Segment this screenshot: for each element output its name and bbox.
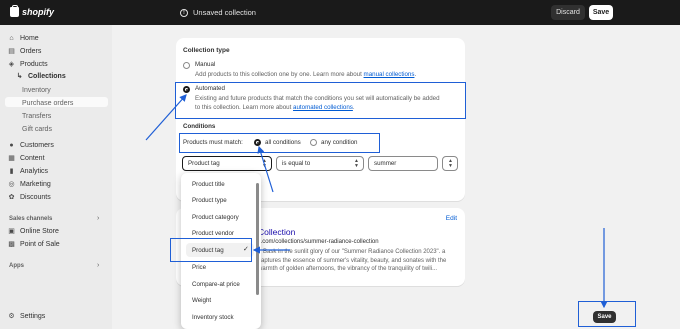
sidebar-item-label: Marketing <box>20 181 51 188</box>
online-store-icon: ▣ <box>8 228 15 235</box>
select-arrows-icon: ▲ ▼ <box>262 158 267 169</box>
conditions-heading: Conditions <box>183 123 216 130</box>
sales-channels-label[interactable]: Sales channels <box>9 216 52 222</box>
products-icon: ◈ <box>8 61 15 68</box>
condition-operator-select[interactable]: is equal to ▲ ▼ <box>276 156 364 171</box>
annotation-box-automated <box>175 82 466 119</box>
info-icon: ! <box>180 8 188 17</box>
page-title: ! Unsaved collection <box>180 8 256 17</box>
customers-icon: ● <box>9 142 14 149</box>
select-arrows-icon: ▲ ▼ <box>448 158 453 169</box>
sidebar-item-inventory[interactable]: Inventory <box>22 87 51 94</box>
apps-label[interactable]: Apps <box>9 263 24 269</box>
sidebar-item-purchase-orders[interactable]: Purchase orders <box>22 100 73 107</box>
annotation-box-save <box>578 301 636 327</box>
condition-value-input[interactable]: summer <box>368 156 438 171</box>
point-of-sale-icon: ▩ <box>8 241 15 248</box>
dropdown-option[interactable]: Product title <box>192 181 225 188</box>
sidebar-item-label: Analytics <box>20 168 49 175</box>
analytics-icon: ▮ <box>9 168 14 175</box>
preview-title: Collection <box>258 227 296 237</box>
gear-icon: ⚙ <box>8 313 15 320</box>
discounts-icon: ✿ <box>8 194 15 201</box>
dropdown-option[interactable]: Product type <box>192 197 227 204</box>
condition-field-select[interactable]: Product tag ▲ ▼ <box>182 156 272 171</box>
sidebar-item-online-store[interactable]: ▣ Online Store <box>8 228 59 235</box>
chevron-right-icon[interactable]: › <box>97 262 99 269</box>
home-icon: ⌂ <box>9 35 14 42</box>
manual-description-text: Add products to this collection one by o… <box>195 71 364 78</box>
page-title-text: Unsaved collection <box>193 8 256 17</box>
top-bar: shopify ! Unsaved collection Discard Sav… <box>0 0 680 25</box>
annotation-box-product-tag <box>170 238 252 262</box>
logo-text: shopify <box>22 7 55 17</box>
sidebar-item-label: Discounts <box>20 194 51 201</box>
sidebar-item-label: Products <box>20 61 48 68</box>
sidebar-item-label: Purchase orders <box>22 100 74 107</box>
shopify-bag-icon <box>10 5 19 17</box>
condition-operator-value: is equal to <box>282 160 311 167</box>
sidebar-item-label: Point of Sale <box>20 241 60 248</box>
sidebar-item-gift-cards[interactable]: Gift cards <box>22 126 52 133</box>
orders-icon: ▤ <box>8 48 15 55</box>
save-button[interactable]: Save <box>589 5 613 20</box>
sidebar-item-discounts[interactable]: ✿ Discounts <box>8 194 51 201</box>
dropdown-option[interactable]: Product category <box>192 214 239 221</box>
manual-description: Add products to this collection one by o… <box>195 71 417 78</box>
dropdown-option[interactable]: Weight <box>192 297 211 304</box>
sidebar-item-label: Content <box>20 155 45 162</box>
sidebar-item-label: Inventory <box>22 87 51 94</box>
condition-value-text: summer <box>374 160 397 167</box>
sidebar-item-transfers[interactable]: Transfers <box>22 113 51 120</box>
content-icon: ▦ <box>8 155 15 162</box>
annotation-box-must-match <box>179 133 380 153</box>
sidebar-item-analytics[interactable]: ▮ Analytics <box>8 168 48 175</box>
sidebar-item-products[interactable]: ◈ Products <box>8 61 48 68</box>
manual-collections-link[interactable]: manual collections <box>364 71 415 78</box>
sidebar-item-content[interactable]: ▦ Content <box>8 155 45 162</box>
chevron-right-icon[interactable]: › <box>97 215 99 222</box>
dropdown-option[interactable]: Compare-at price <box>192 281 240 288</box>
preview-url: y.com/collections/summer-radiance-collec… <box>258 239 379 245</box>
collection-type-heading: Collection type <box>183 47 230 54</box>
sidebar-item-label: Settings <box>20 313 46 320</box>
sidebar-item-label: Customers <box>20 142 54 149</box>
manual-radio[interactable] <box>183 62 190 69</box>
manual-label[interactable]: Manual <box>195 61 215 68</box>
sidebar-item-label: Online Store <box>20 228 59 235</box>
dropdown-option[interactable]: Price <box>192 264 206 271</box>
sidebar: ⌂ Home ▤ Orders ◈ Products ↳ Collections… <box>0 25 112 329</box>
sidebar-item-home[interactable]: ⌂ Home <box>8 35 39 42</box>
sidebar-item-point-of-sale[interactable]: ▩ Point of Sale <box>8 241 60 248</box>
sidebar-item-label: Transfers <box>22 113 52 120</box>
discard-button[interactable]: Discard <box>551 5 585 20</box>
marketing-icon: ◎ <box>8 181 15 188</box>
collections-icon: ↳ <box>16 73 23 80</box>
sidebar-item-label: Gift cards <box>22 126 52 133</box>
sidebar-item-label: Collections <box>28 73 66 80</box>
sidebar-item-marketing[interactable]: ◎ Marketing <box>8 181 51 188</box>
condition-stepper[interactable]: ▲ ▼ <box>442 156 458 171</box>
preview-description: n Bask in the sunlit glory of our "Summe… <box>258 249 447 272</box>
sidebar-item-settings[interactable]: ⚙ Settings <box>8 313 45 320</box>
dropdown-option[interactable]: Product vendor <box>192 230 234 237</box>
edit-seo-link[interactable]: Edit <box>446 215 457 222</box>
dropdown-option[interactable]: Inventory stock <box>192 314 234 321</box>
select-arrows-icon: ▲ ▼ <box>354 158 359 169</box>
sidebar-item-label: Orders <box>20 48 42 55</box>
dropdown-scrollbar[interactable] <box>256 183 259 295</box>
shopify-logo[interactable]: shopify <box>10 5 55 17</box>
sidebar-item-label: Home <box>20 35 39 42</box>
condition-field-value: Product tag <box>188 160 220 167</box>
sidebar-item-orders[interactable]: ▤ Orders <box>8 48 41 55</box>
sidebar-item-collections[interactable]: ↳ Collections <box>16 73 66 80</box>
sidebar-item-customers[interactable]: ● Customers <box>8 142 54 149</box>
